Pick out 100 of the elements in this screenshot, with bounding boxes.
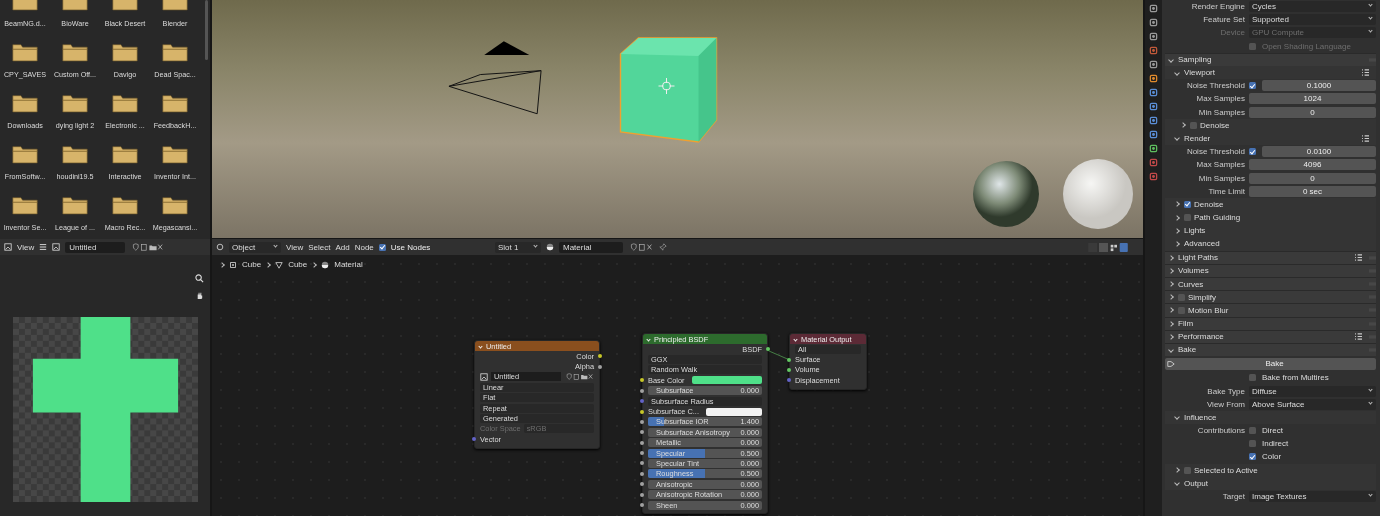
panel-header[interactable]: Simplify (1188, 292, 1216, 302)
checkbox[interactable] (1178, 306, 1185, 314)
slot-dropdown[interactable]: Slot 1 (495, 241, 541, 253)
dropdown[interactable]: Diffuse (1249, 385, 1376, 397)
properties-tab-icon[interactable] (1149, 130, 1158, 139)
list-icon[interactable] (1361, 69, 1370, 77)
editor-type-button[interactable] (216, 243, 224, 251)
input-socket[interactable] (787, 378, 791, 383)
panel-header[interactable]: Film (1178, 319, 1194, 329)
color-swatch[interactable] (691, 376, 762, 385)
panel-header[interactable]: Influence (1184, 412, 1217, 422)
list-icon[interactable] (1354, 333, 1363, 341)
input-socket[interactable] (640, 409, 644, 414)
list-icon[interactable] (1361, 134, 1370, 142)
properties-tab-icon[interactable] (1149, 46, 1158, 55)
panel-header[interactable]: Motion Blur (1188, 305, 1229, 315)
folder-icon[interactable] (12, 42, 38, 62)
camera-drawing[interactable] (447, 39, 545, 116)
material-name-field[interactable]: Material (559, 241, 623, 253)
mode-dropdown[interactable]: Object (229, 241, 281, 253)
output-socket[interactable] (766, 347, 770, 352)
menu-icon[interactable] (39, 243, 48, 251)
input-socket[interactable] (640, 440, 644, 445)
folder-icon[interactable] (12, 144, 38, 164)
number-field[interactable]: 1024 (1249, 93, 1376, 105)
folder-icon[interactable] (62, 195, 88, 215)
checkbox[interactable] (1184, 214, 1191, 222)
properties-tab-icon[interactable] (1149, 172, 1158, 181)
folder-icon[interactable] (162, 195, 188, 215)
panel-header[interactable]: Performance (1178, 332, 1224, 342)
folder-icon[interactable] (112, 144, 138, 164)
input-socket[interactable] (640, 471, 644, 476)
datablock-icons[interactable] (564, 373, 594, 381)
header-menu[interactable]: Add (335, 242, 350, 252)
cube-drawing[interactable] (618, 36, 719, 144)
checkbox[interactable] (1249, 440, 1256, 448)
color-swatch[interactable] (705, 407, 762, 416)
checkbox-label[interactable]: Color (1262, 452, 1282, 462)
image-name-field[interactable]: Untitled (65, 241, 126, 253)
list-icon[interactable] (1354, 254, 1363, 262)
dropdown[interactable]: Supported (1249, 14, 1376, 26)
checkbox[interactable] (1184, 466, 1191, 474)
checkbox[interactable] (1249, 453, 1256, 461)
checkbox[interactable] (378, 243, 386, 251)
properties-tab-icon[interactable] (1149, 60, 1158, 69)
checkbox[interactable] (1178, 293, 1185, 301)
header-menu[interactable]: Node (354, 242, 374, 252)
material-sphere-icon[interactable] (546, 243, 554, 251)
checkbox-label[interactable]: Indirect (1262, 439, 1289, 449)
datablock-icons[interactable] (130, 243, 165, 251)
node-body[interactable] (642, 333, 768, 515)
checkbox[interactable] (1190, 121, 1197, 129)
panel-header[interactable]: Lights (1184, 226, 1206, 236)
properties-tab-icon[interactable] (1149, 32, 1158, 41)
input-socket[interactable] (640, 388, 644, 393)
datablock-icons[interactable] (628, 243, 654, 251)
pin-icon[interactable] (659, 243, 667, 251)
panel-header[interactable]: Advanced (1184, 239, 1220, 249)
number-field[interactable]: 0 sec (1249, 185, 1376, 197)
input-socket[interactable] (787, 357, 791, 362)
checkbox[interactable] (1249, 148, 1256, 156)
folder-icon[interactable] (162, 144, 188, 164)
input-socket[interactable] (472, 437, 476, 442)
number-field[interactable]: 0 (1249, 172, 1376, 184)
image-icon[interactable] (480, 372, 488, 381)
folder-icon[interactable] (62, 144, 88, 164)
panel-header[interactable]: Render (1184, 133, 1211, 143)
folder-icon[interactable] (12, 93, 38, 113)
properties-tab-icon[interactable] (1149, 18, 1158, 27)
folder-icon[interactable] (162, 42, 188, 62)
panel-header[interactable]: Viewport (1184, 68, 1215, 78)
panel-header[interactable]: Curves (1178, 279, 1204, 289)
properties-tab-icon[interactable] (1149, 158, 1158, 167)
output-socket[interactable] (598, 354, 602, 359)
image-browse-button[interactable] (52, 243, 61, 251)
folder-icon[interactable] (62, 93, 88, 113)
breadcrumb[interactable]: Cube (288, 260, 308, 269)
properties-tab-icon[interactable] (1149, 116, 1158, 125)
panel-header[interactable]: Output (1184, 478, 1208, 488)
folder-icon[interactable] (62, 42, 88, 62)
input-socket[interactable] (640, 482, 644, 487)
panel-header[interactable]: Denoise (1194, 199, 1224, 209)
input-socket[interactable] (640, 461, 644, 466)
folder-icon[interactable] (112, 93, 138, 113)
checkbox[interactable] (1249, 427, 1256, 435)
header-menu[interactable]: View (286, 242, 304, 252)
folder-icon[interactable] (162, 93, 188, 113)
dropdown[interactable]: Above Surface (1249, 398, 1376, 410)
hand-icon[interactable] (195, 291, 204, 300)
output-socket[interactable] (598, 364, 602, 369)
folder-icon[interactable] (12, 195, 38, 215)
properties-tab-icon[interactable] (1149, 88, 1158, 97)
breadcrumb[interactable]: Cube (242, 260, 262, 269)
properties-tab-icon[interactable] (1149, 4, 1158, 13)
number-field[interactable]: 0 (1249, 106, 1376, 118)
panel-header[interactable]: Bake (1178, 345, 1197, 355)
input-socket[interactable] (640, 492, 644, 497)
folder-icon[interactable] (112, 195, 138, 215)
dropdown[interactable]: Cycles (1249, 1, 1376, 13)
bake-button[interactable]: Bake (1165, 357, 1376, 370)
